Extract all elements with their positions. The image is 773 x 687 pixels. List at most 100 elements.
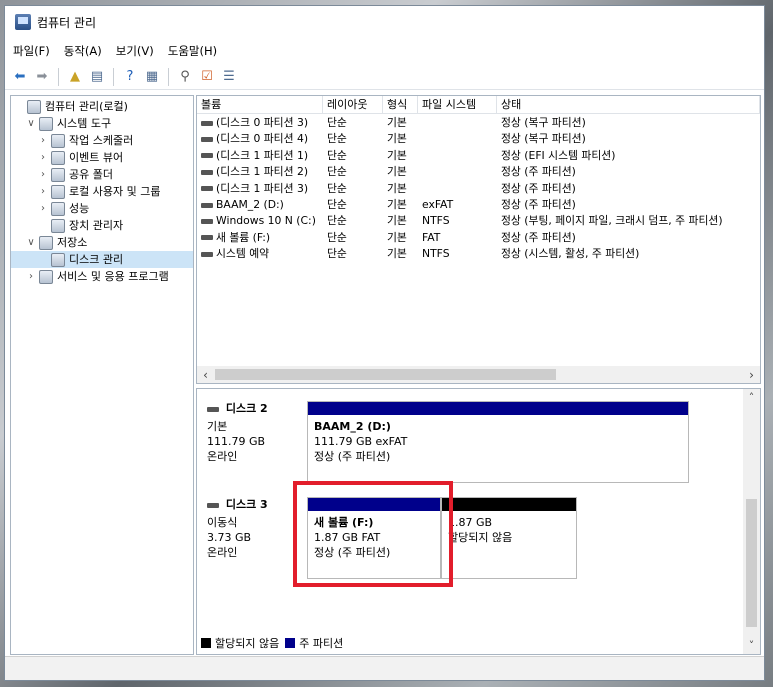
volume-row[interactable]: 시스템 예약 단순 기본 NTFS 정상 (시스템, 활성, 주 파티션) xyxy=(197,246,760,262)
expander-icon[interactable]: › xyxy=(37,149,49,166)
volume-cell-text: 단순 xyxy=(327,247,347,261)
volume-cell: 정상 (EFI 시스템 파티션) xyxy=(497,148,760,164)
scroll-thumb[interactable] xyxy=(746,499,757,627)
menu-file[interactable]: 파일(F) xyxy=(13,43,50,59)
scroll-thumb[interactable] xyxy=(215,369,556,380)
tree-item-label: 저장소 xyxy=(57,236,88,249)
tree-item[interactable]: 컴퓨터 관리(로컬) xyxy=(11,98,193,115)
volume-row[interactable]: (디스크 1 파티션 1) 단순 기본 정상 (EFI 시스템 파티션) xyxy=(197,148,760,164)
expander-icon[interactable]: ∨ xyxy=(25,115,37,132)
volume-cell: 기본 xyxy=(383,115,418,131)
connect-icon[interactable]: ⚲ xyxy=(176,68,194,86)
expander-icon[interactable]: ∨ xyxy=(25,234,37,251)
up-folder-icon[interactable]: ▲ xyxy=(66,68,84,86)
volume-cell-text: 정상 (부팅, 페이지 파일, 크래시 덤프, 주 파티션) xyxy=(501,214,723,228)
menu-help[interactable]: 도움말(H) xyxy=(168,43,217,59)
tree-item-label: 이벤트 뷰어 xyxy=(69,151,124,164)
column-header[interactable]: 볼륨 xyxy=(197,96,323,114)
volume-cell: (디스크 0 파티션 4) xyxy=(197,131,323,147)
tree-item[interactable]: › 공유 폴더 xyxy=(11,166,193,183)
tree-item[interactable]: ∨ 시스템 도구 xyxy=(11,115,193,132)
volume-row[interactable]: (디스크 0 파티션 3) 단순 기본 정상 (복구 파티션) xyxy=(197,115,760,131)
show-hide-tree-icon[interactable]: ▤ xyxy=(88,68,106,86)
menu-view[interactable]: 보기(V) xyxy=(116,43,154,59)
scroll-left-icon[interactable]: ‹ xyxy=(197,368,214,382)
expander-icon[interactable]: › xyxy=(37,166,49,183)
partition-color-bar xyxy=(308,402,688,415)
disk-name: 디스크 2 xyxy=(207,401,299,416)
unallocated-space[interactable]: 1.87 GB 할당되지 않음 xyxy=(441,497,577,579)
tree-item[interactable]: › 작업 스케줄러 xyxy=(11,132,193,149)
column-header[interactable]: 상태 xyxy=(497,96,760,114)
disk-info[interactable]: 디스크 3 이동식 3.73 GB 온라인 xyxy=(203,493,303,564)
volume-cell: Windows 10 N (C:) xyxy=(197,213,323,229)
expander-icon[interactable]: › xyxy=(37,200,49,217)
scroll-up-icon[interactable]: ˄ xyxy=(743,389,760,406)
volume-cell-text: (디스크 0 파티션 3) xyxy=(216,116,309,129)
primary-partition[interactable]: BAAM_2 (D:) 111.79 GB exFAT 정상 (주 파티션) xyxy=(307,401,689,483)
volume-row[interactable]: (디스크 0 파티션 4) 단순 기본 정상 (복구 파티션) xyxy=(197,131,760,147)
volume-cell-text: 단순 xyxy=(327,198,347,211)
horizontal-scrollbar[interactable]: ‹ › xyxy=(197,366,760,383)
volume-row[interactable]: BAAM_2 (D:) 단순 기본 exFAT 정상 (주 파티션) xyxy=(197,197,760,213)
disk-info-line: 111.79 GB xyxy=(207,435,266,448)
volume-cell: 정상 (주 파티션) xyxy=(497,230,760,246)
volume-row[interactable]: Windows 10 N (C:) 단순 기본 NTFS 정상 (부팅, 페이지 파일,… xyxy=(197,213,760,229)
volume-cell-text: (디스크 1 파티션 3) xyxy=(216,181,309,195)
settings-list-icon[interactable]: ☰ xyxy=(220,68,238,86)
disk-info-line: 온라인 xyxy=(207,546,238,559)
back-icon[interactable]: ⬅ xyxy=(11,68,29,86)
volume-icon xyxy=(201,235,213,241)
volume-row[interactable]: (디스크 1 파티션 3) 단순 기본 정상 (주 파티션) xyxy=(197,181,760,197)
column-header[interactable]: 파일 시스템 xyxy=(418,96,497,114)
tree-node-icon xyxy=(51,252,65,267)
disk-info-line: 온라인 xyxy=(207,450,238,463)
tree-item[interactable]: 디스크 관리 xyxy=(11,251,193,268)
volume-cell: (디스크 0 파티션 3) xyxy=(197,115,323,131)
properties-icon[interactable]: ▦ xyxy=(143,68,161,86)
checklist-icon[interactable]: ☑ xyxy=(198,68,216,86)
scroll-right-icon[interactable]: › xyxy=(743,368,760,382)
expander-icon[interactable]: › xyxy=(37,183,49,200)
tree-node-icon xyxy=(27,99,41,114)
help-icon[interactable]: ? xyxy=(121,68,139,86)
vertical-scrollbar[interactable]: ˄ ˅ xyxy=(743,389,760,654)
tree-item[interactable]: 장치 관리자 xyxy=(11,217,193,234)
column-header[interactable]: 레이아웃 xyxy=(323,96,383,114)
volume-cell-text: 정상 (시스템, 활성, 주 파티션) xyxy=(501,247,640,261)
volume-cell: NTFS xyxy=(418,246,497,262)
volume-cell-text: 기본 xyxy=(387,198,407,211)
forward-icon[interactable]: ➡ xyxy=(33,68,51,86)
volume-cell-text: 정상 (주 파티션) xyxy=(501,181,576,195)
column-header[interactable]: 형식 xyxy=(383,96,418,114)
volume-row[interactable]: 새 볼륨 (F:) 단순 기본 FAT 정상 (주 파티션) xyxy=(197,230,760,246)
scroll-down-icon[interactable]: ˅ xyxy=(743,637,760,654)
tree-item[interactable]: › 성능 xyxy=(11,200,193,217)
volume-cell: 기본 xyxy=(383,181,418,197)
disk-icon xyxy=(207,502,219,508)
volume-icon xyxy=(201,218,213,224)
volume-cell-text: NTFS xyxy=(422,214,450,228)
tree-item-label: 로컬 사용자 및 그룹 xyxy=(69,185,161,198)
volume-cell: 단순 xyxy=(323,213,383,229)
volume-cell-text: 단순 xyxy=(327,116,347,129)
tree-item[interactable]: › 로컬 사용자 및 그룹 xyxy=(11,183,193,200)
disk-info[interactable]: 디스크 2 기본 111.79 GB 온라인 xyxy=(203,397,303,468)
volume-cell: NTFS xyxy=(418,213,497,229)
menu-action[interactable]: 동작(A) xyxy=(64,43,102,59)
partition-details: 1.87 GB 할당되지 않음 xyxy=(442,511,576,549)
volume-row[interactable]: (디스크 1 파티션 2) 단순 기본 정상 (주 파티션) xyxy=(197,164,760,180)
disk-icon xyxy=(207,406,219,412)
expander-icon[interactable]: › xyxy=(25,268,37,285)
tree-item[interactable]: › 이벤트 뷰어 xyxy=(11,149,193,166)
volume-cell-text: (디스크 1 파티션 2) xyxy=(216,165,309,179)
tree-item[interactable]: ∨ 저장소 xyxy=(11,234,193,251)
volume-cell xyxy=(418,164,497,180)
disk-name: 디스크 3 xyxy=(207,497,299,512)
tree-item[interactable]: › 서비스 및 응용 프로그램 xyxy=(11,268,193,285)
partition-size: 1.87 GB xyxy=(448,516,493,529)
tree-node-icon xyxy=(51,133,65,148)
legend-label: 주 파티션 xyxy=(299,637,344,650)
volume-cell-text: NTFS xyxy=(422,247,450,261)
expander-icon[interactable]: › xyxy=(37,132,49,149)
